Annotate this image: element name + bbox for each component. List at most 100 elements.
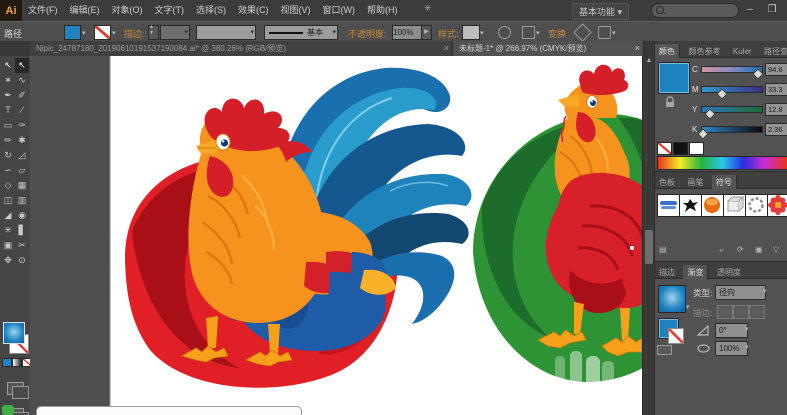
shape-builder-tool-icon[interactable]: ◇ [1, 178, 15, 193]
symbol-orange-sphere[interactable] [701, 194, 724, 217]
menu-edit[interactable]: 编辑(E) [64, 0, 106, 21]
pen-tool-icon[interactable]: ✒ [1, 88, 15, 103]
black-swatch[interactable] [673, 142, 688, 155]
white-swatch[interactable] [689, 142, 704, 155]
transform-link[interactable]: 变换 [548, 27, 566, 40]
symbol-blue-brush[interactable] [657, 194, 680, 217]
style-dropdown-icon[interactable]: ▾ [480, 29, 484, 37]
symbol-cube[interactable] [723, 194, 746, 217]
break-link-icon[interactable]: ⟳ [737, 245, 744, 254]
none-swatch[interactable] [657, 142, 672, 155]
slider-thumb[interactable] [704, 108, 715, 119]
gradient-preview-swatch[interactable] [658, 285, 686, 313]
rectangle-tool-icon[interactable]: ▭ [1, 118, 15, 133]
recolor-artwork-icon[interactable] [498, 26, 511, 39]
tab-document-2-active[interactable]: 未标题-1* @ 266.97% (CMYK/预览) × [453, 41, 644, 56]
width-tool-icon[interactable]: ∽ [1, 163, 15, 178]
zoom-tool-icon[interactable]: ⊙ [15, 253, 29, 268]
angle-dropdown-icon[interactable]: ▾ [745, 325, 749, 333]
stroke-weight-label[interactable]: 描边: [124, 27, 145, 40]
aspect-dropdown-icon[interactable]: ▾ [745, 343, 749, 351]
fill-proxy[interactable] [3, 322, 25, 344]
search-input[interactable] [651, 3, 739, 18]
magic-wand-tool-icon[interactable]: ✶ [1, 73, 15, 88]
delete-symbol-icon[interactable]: ▽ [773, 245, 779, 254]
stroke-dropdown-icon[interactable]: ▾ [112, 29, 116, 37]
reverse-gradient-icon[interactable] [657, 345, 672, 355]
column-graph-tool-icon[interactable]: ▋ [15, 223, 29, 238]
align-icon[interactable] [522, 26, 535, 39]
blob-brush-tool-icon[interactable]: ✱ [15, 133, 29, 148]
opacity-spinner[interactable]: ▶ [421, 25, 432, 40]
channel-k-slider[interactable] [701, 126, 763, 133]
perspective-grid-tool-icon[interactable]: ▦ [15, 178, 29, 193]
stepper-down-icon[interactable]: ▾ [150, 29, 153, 36]
minimize-button[interactable]: ‒ [741, 0, 759, 20]
current-color-swatch[interactable] [659, 63, 689, 93]
fill-dropdown-icon[interactable]: ▾ [82, 29, 86, 37]
gradient-aspect-input[interactable]: 100% [715, 341, 748, 356]
symbol-vine-ring[interactable] [745, 194, 768, 217]
selection-tool-icon[interactable]: ↖ [1, 58, 15, 73]
style-label[interactable]: 样式: [438, 27, 459, 40]
place-symbol-icon[interactable]: ⤶ [719, 245, 723, 255]
free-transform-tool-icon[interactable]: ▱ [15, 163, 29, 178]
stroke-weight-stepper[interactable]: ▴ ▾ [148, 25, 159, 40]
menu-file[interactable]: 文件(F) [22, 0, 64, 21]
slice-tool-icon[interactable]: ✂ [15, 238, 29, 253]
slider-thumb[interactable] [716, 88, 727, 99]
gradient-angle-input[interactable]: 0° [715, 323, 748, 338]
gradient-menu-icon[interactable]: ▾ [686, 303, 690, 311]
type-dropdown-icon[interactable]: ▾ [763, 287, 767, 295]
close-icon[interactable]: × [444, 41, 449, 56]
channel-c-slider[interactable] [701, 66, 763, 73]
artwork-svg[interactable] [30, 56, 642, 415]
hand-tool-icon[interactable]: ✥ [1, 253, 15, 268]
gradient-type-select[interactable]: 径向 [715, 285, 766, 300]
restore-button[interactable]: ❐ [763, 0, 781, 20]
channel-c-value[interactable]: 94.6 [765, 63, 787, 76]
gradient-mode-button[interactable] [12, 358, 22, 367]
slider-thumb[interactable] [753, 68, 764, 79]
menu-effect[interactable]: 效果(C) [232, 0, 275, 21]
menu-window[interactable]: 窗口(W) [317, 0, 362, 21]
artboard-tool-icon[interactable]: ▣ [1, 238, 15, 253]
menu-select[interactable]: 选择(S) [190, 0, 232, 21]
variable-width-profile[interactable]: ▾ [196, 25, 256, 40]
stroke-color-swatch[interactable] [94, 25, 111, 40]
type-tool-icon[interactable]: T [1, 103, 15, 118]
gradient-tool-icon[interactable]: ▥ [15, 193, 29, 208]
symbol-red-flower[interactable] [767, 194, 787, 217]
direct-selection-tool-icon[interactable]: ↖ [15, 58, 29, 73]
anchor-point[interactable] [630, 246, 634, 250]
curvature-tool-icon[interactable]: ✐ [15, 88, 29, 103]
color-mode-button[interactable] [2, 358, 12, 367]
tab-document-1[interactable]: Nipic_24787180_20190610191537190084.ai* … [30, 41, 453, 56]
channel-k-value[interactable]: 2.36 [765, 123, 787, 136]
scale-tool-icon[interactable]: ◿ [15, 148, 29, 163]
drawing-mode-icon[interactable] [7, 382, 24, 395]
channel-y-slider[interactable] [701, 106, 763, 113]
symbol-sprayer-tool-icon[interactable]: ✳ [1, 223, 15, 238]
channel-m-value[interactable]: 33.3 [765, 83, 787, 96]
menu-object[interactable]: 对象(O) [106, 0, 149, 21]
canvas-area[interactable] [30, 56, 642, 415]
pasteboard[interactable] [30, 56, 110, 415]
symbol-library-icon[interactable]: ▤ [659, 245, 667, 254]
fill-color-swatch[interactable] [64, 25, 81, 40]
blend-tool-icon[interactable]: ◉ [15, 208, 29, 223]
lasso-tool-icon[interactable]: ∿ [15, 73, 29, 88]
mesh-tool-icon[interactable]: ◫ [1, 193, 15, 208]
pencil-tool-icon[interactable]: ✏ [1, 133, 15, 148]
eyedropper-tool-icon[interactable]: ◢ [1, 208, 15, 223]
brush-definition[interactable]: 基本 ▾ [264, 25, 338, 40]
style-swatch[interactable] [462, 25, 480, 40]
select-similar-icon[interactable] [598, 26, 611, 39]
channel-m-slider[interactable] [701, 86, 763, 93]
stroke-weight-value[interactable]: ▾ [160, 25, 190, 40]
opacity-value[interactable]: 100% [392, 25, 422, 40]
lock-icon[interactable] [664, 96, 676, 108]
close-icon[interactable]: × [635, 41, 640, 56]
scrollbar-thumb[interactable] [645, 230, 653, 264]
align-dropdown-icon[interactable]: ▾ [536, 29, 540, 37]
